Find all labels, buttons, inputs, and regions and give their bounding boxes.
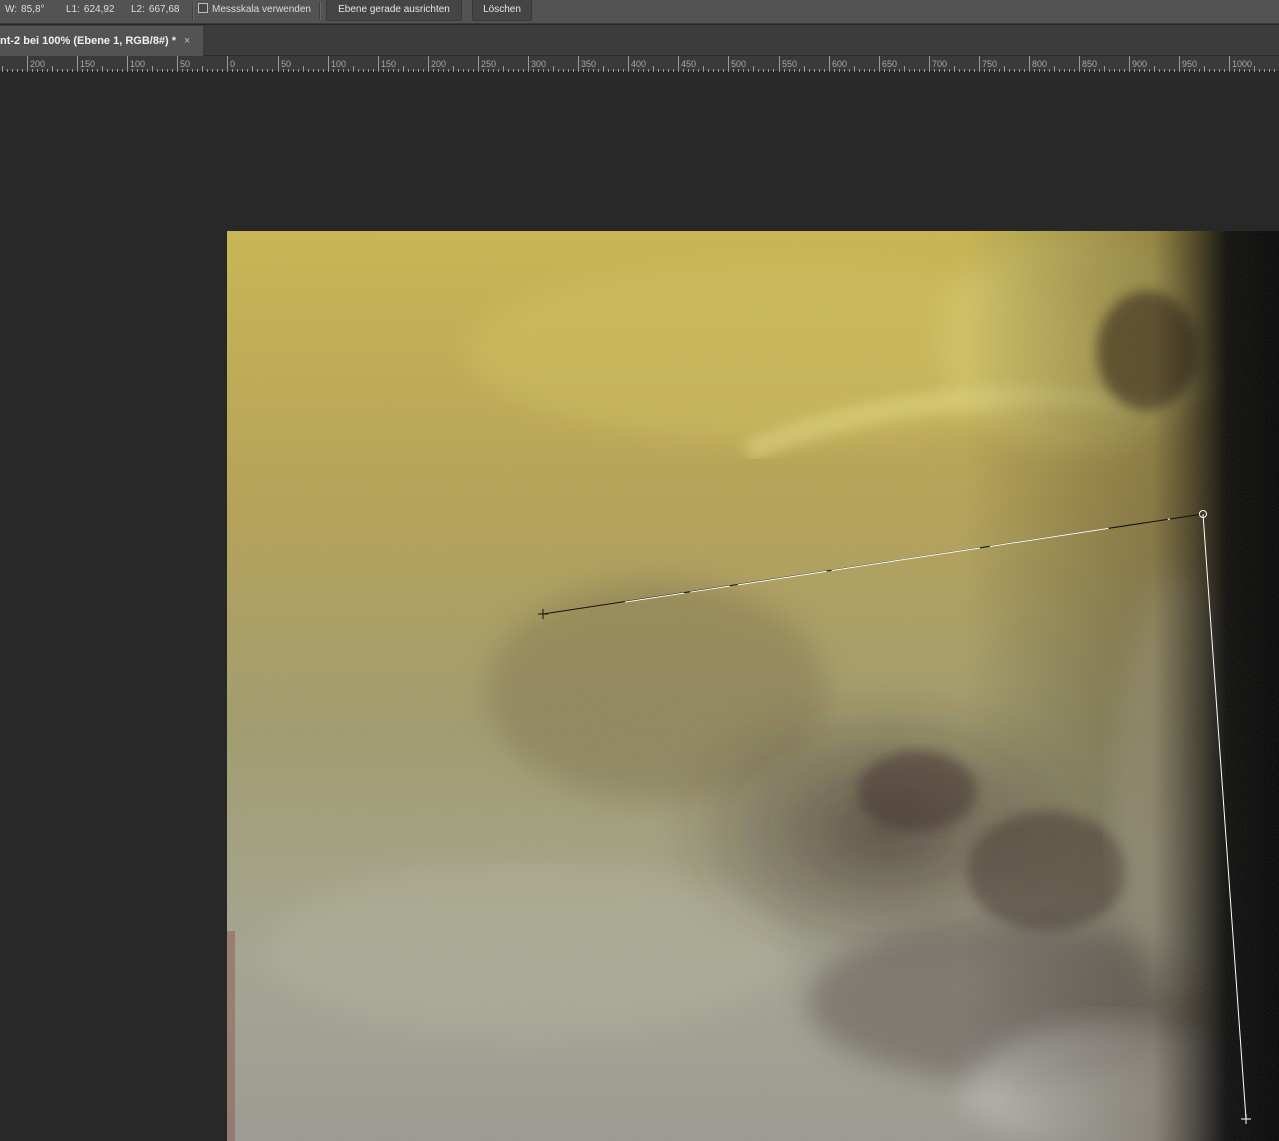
- ruler-label: 150: [80, 59, 95, 69]
- options-separator: [319, 2, 320, 20]
- xray-image[interactable]: [227, 231, 1279, 1141]
- ruler-label: 150: [381, 59, 396, 69]
- ruler-label: 400: [631, 59, 646, 69]
- ruler-label: 350: [581, 59, 596, 69]
- ruler-label: 0: [230, 59, 235, 69]
- ruler-label: 600: [832, 59, 847, 69]
- ruler-label: 200: [30, 59, 45, 69]
- straighten-layer-button[interactable]: Ebene gerade ausrichten: [326, 0, 462, 21]
- options-bar: W: 85,8° L1: 624,92 L2: 667,68 Messskala ve…: [0, 0, 1279, 24]
- close-icon[interactable]: ×: [184, 26, 190, 56]
- document-tab-strip: nt-2 bei 100% (Ebene 1, RGB/8#) * ×: [0, 25, 1279, 56]
- length2-readout: L2: 667,68: [131, 0, 180, 24]
- ruler-label: 700: [932, 59, 947, 69]
- ruler-label: 550: [782, 59, 797, 69]
- ruler-label: 1000: [1232, 59, 1252, 69]
- ruler-label: 300: [531, 59, 546, 69]
- angle-label: W:: [5, 4, 18, 15]
- use-measurement-scale-checkbox[interactable]: Messskala verwenden: [198, 0, 311, 24]
- ruler-label: 900: [1132, 59, 1147, 69]
- horizontal-ruler[interactable]: 200 150 100 50 0 50 100 150 200 250 300 350 400 450 50…: [0, 56, 1279, 72]
- length1-value: 624,92: [83, 4, 115, 15]
- use-measurement-scale-label: Messskala verwenden: [212, 4, 311, 15]
- length1-readout: L1: 624,92: [66, 0, 115, 24]
- length2-label: L2:: [131, 4, 145, 15]
- xray-image-render: [227, 231, 1279, 1141]
- document-tab-title: nt-2 bei 100% (Ebene 1, RGB/8#) *: [0, 35, 177, 47]
- length1-label: L1:: [66, 4, 80, 15]
- angle-value: 85,8°: [21, 4, 45, 15]
- ruler-label: 500: [731, 59, 746, 69]
- ruler-label: 850: [1082, 59, 1097, 69]
- ruler-label: 950: [1182, 59, 1197, 69]
- angle-readout: W: 85,8°: [5, 0, 45, 24]
- ruler-label: 100: [130, 59, 145, 69]
- ruler-label: 750: [982, 59, 997, 69]
- ruler-label: 250: [481, 59, 496, 69]
- ruler-label: 100: [331, 59, 346, 69]
- delete-button[interactable]: Löschen: [472, 0, 532, 21]
- ruler-label: 200: [431, 59, 446, 69]
- ruler-ticks: 200 150 100 50 0 50 100 150 200 250 300 350 400 450 50…: [2, 56, 1275, 72]
- ruler-label: 50: [281, 59, 291, 69]
- length2-value: 667,68: [148, 4, 180, 15]
- ruler-label: 650: [882, 59, 897, 69]
- ruler-label: 800: [1032, 59, 1047, 69]
- ruler-label: 450: [681, 59, 696, 69]
- ruler-label: 50: [180, 59, 190, 69]
- checkbox-box[interactable]: [198, 3, 208, 13]
- options-separator: [192, 2, 193, 20]
- document-tab[interactable]: nt-2 bei 100% (Ebene 1, RGB/8#) * ×: [0, 26, 203, 56]
